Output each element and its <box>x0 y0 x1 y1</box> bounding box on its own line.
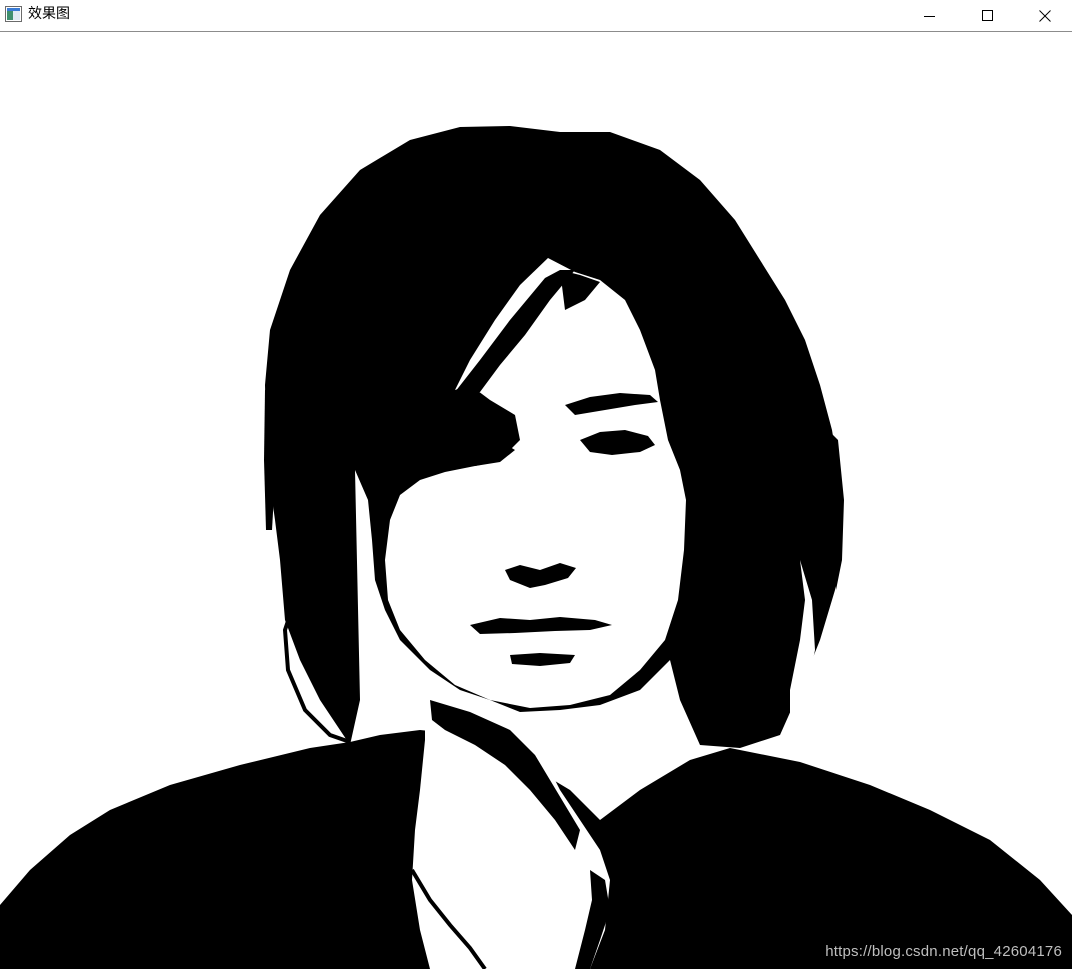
title-bar[interactable]: 效果图 <box>0 0 1072 32</box>
image-window: 效果图 https://blog.csdn.net/qq_42604176 <box>0 0 1072 969</box>
maximize-button[interactable] <box>959 0 1017 31</box>
close-icon <box>1038 9 1051 22</box>
csdn-watermark: https://blog.csdn.net/qq_42604176 <box>825 943 1062 960</box>
window-app-icon <box>5 6 22 22</box>
minimize-icon <box>924 15 935 17</box>
minimize-button[interactable] <box>901 0 959 31</box>
close-button[interactable] <box>1017 0 1072 31</box>
window-title: 效果图 <box>28 6 70 22</box>
thresholded-portrait-image <box>0 33 1072 969</box>
image-display-area: https://blog.csdn.net/qq_42604176 <box>0 33 1072 969</box>
maximize-icon <box>982 9 993 21</box>
